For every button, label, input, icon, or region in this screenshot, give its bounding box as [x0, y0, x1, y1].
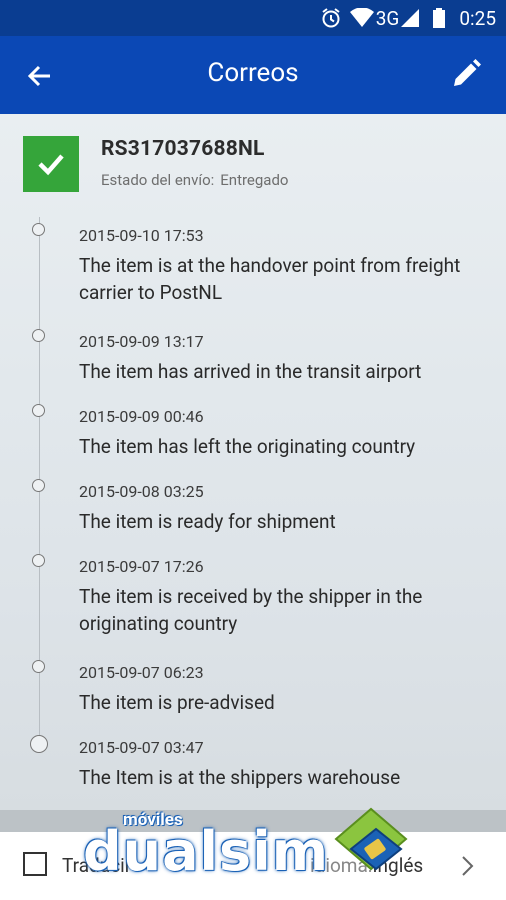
timeline-dot-icon	[32, 660, 45, 673]
timeline-dot-icon	[30, 735, 48, 753]
timeline-dot-icon	[32, 404, 45, 417]
event-date: 2015-09-07 06:23	[79, 663, 204, 682]
alarm-icon	[320, 7, 342, 29]
clock: 0:25	[459, 6, 496, 30]
status-bar: 3G 0:25	[0, 0, 506, 36]
tracking-details: RS317037688NL Estado del envío: Entregado…	[0, 114, 506, 810]
event-date: 2015-09-09 13:17	[79, 332, 204, 351]
network-type: 3G	[375, 6, 400, 30]
chevron-right-icon[interactable]	[460, 854, 476, 878]
divider	[0, 810, 506, 832]
timeline-dot-icon	[32, 479, 45, 492]
timeline-dot-icon	[32, 554, 45, 567]
event-description: The item is at the handover point from f…	[79, 254, 461, 304]
event-date: 2015-09-10 17:53	[79, 226, 204, 245]
check-icon	[23, 136, 79, 192]
battery-icon	[433, 8, 446, 28]
shipment-status: Estado del envío: Entregado	[101, 171, 288, 189]
pencil-icon[interactable]	[448, 56, 484, 92]
signal-icon	[401, 9, 420, 27]
wifi-icon	[349, 8, 374, 28]
shipment-header: RS317037688NL Estado del envío: Entregado	[0, 114, 506, 214]
language-label: idioma:	[310, 854, 373, 877]
status-label: Estado del envío:	[101, 171, 215, 189]
event-date: 2015-09-07 03:47	[79, 738, 204, 757]
app-toolbar: Correos	[0, 36, 506, 114]
event-description: The item is ready for shipment	[79, 510, 336, 533]
event-description: The Item is at the shippers warehouse	[79, 766, 401, 789]
timeline-dot-icon	[32, 329, 45, 342]
timeline-dot-icon	[32, 223, 45, 236]
language-selector[interactable]: idioma:Inglés	[310, 854, 423, 877]
translate-checkbox[interactable]	[23, 852, 47, 876]
event-date: 2015-09-09 00:46	[79, 407, 204, 426]
event-description: The item is received by the shipper in t…	[79, 585, 423, 635]
event-date: 2015-09-07 17:26	[79, 557, 204, 576]
tracking-number: RS317037688NL	[101, 137, 265, 161]
event-description: The item is pre-advised	[79, 691, 275, 714]
language-value: Inglés	[372, 854, 424, 877]
event-description: The item has left the originating countr…	[79, 435, 416, 458]
event-description: The item has arrived in the transit airp…	[79, 360, 422, 383]
translate-label: Traducir	[62, 854, 132, 877]
translate-bar: Traducir idioma:Inglés	[0, 832, 506, 900]
status-value: Entregado	[220, 171, 289, 189]
page-title: Correos	[207, 58, 299, 88]
event-date: 2015-09-08 03:25	[79, 482, 204, 501]
